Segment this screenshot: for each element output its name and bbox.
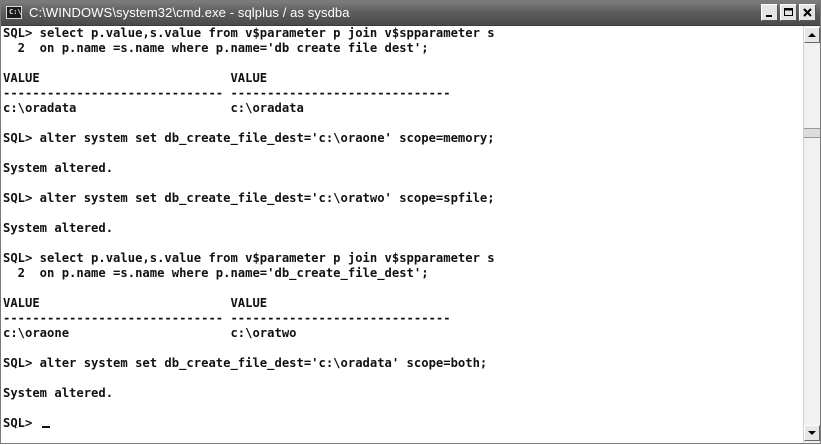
minimize-icon <box>766 15 772 17</box>
vertical-scrollbar[interactable] <box>803 26 820 443</box>
console-line: 2 on p.name =s.name where p.name='db_cre… <box>3 266 429 280</box>
arrow-down-icon <box>808 431 816 435</box>
scroll-down-button[interactable] <box>804 425 820 441</box>
text-cursor <box>41 426 50 428</box>
scrollbar-thumb[interactable] <box>804 128 820 138</box>
console-line: SQL> select p.value,s.value from v$param… <box>3 251 495 265</box>
minimize-button[interactable] <box>761 4 778 21</box>
console-line: ------------------------------ ---------… <box>3 311 451 325</box>
console-line: SQL> alter system set db_create_file_des… <box>3 356 488 370</box>
console-line: System altered. <box>3 386 114 400</box>
console-app-icon[interactable]: C:\ <box>6 6 22 19</box>
arrow-up-icon <box>808 33 816 37</box>
console-line: System altered. <box>3 221 114 235</box>
console-line: ------------------------------ ---------… <box>3 86 451 100</box>
console-line: 2 on p.name =s.name where p.name='db cre… <box>3 41 429 55</box>
console-line: c:\oraone c:\oratwo <box>3 326 297 340</box>
close-icon <box>803 8 812 17</box>
maximize-button[interactable] <box>780 4 797 21</box>
title-bar[interactable]: C:\ C:\WINDOWS\system32\cmd.exe - sqlplu… <box>1 1 820 26</box>
console-line: VALUE VALUE <box>3 71 268 85</box>
console-icon-text: C:\ <box>9 8 22 16</box>
console-line: SQL> alter system set db_create_file_des… <box>3 131 495 145</box>
console-line: SQL> select p.value,s.value from v$param… <box>3 26 495 40</box>
console-line: VALUE VALUE <box>3 296 268 310</box>
close-button[interactable] <box>799 4 816 21</box>
console-line: System altered. <box>3 161 114 175</box>
console-output[interactable]: SQL> select p.value,s.value from v$param… <box>1 26 803 443</box>
scroll-up-button[interactable] <box>804 27 820 43</box>
console-line: SQL> alter system set db_create_file_des… <box>3 191 495 205</box>
window-title: C:\WINDOWS\system32\cmd.exe - sqlplus / … <box>29 5 350 20</box>
console-line: c:\oradata c:\oradata <box>3 101 304 115</box>
maximize-icon <box>784 8 793 16</box>
console-line: SQL> <box>3 416 50 431</box>
cmd-window: C:\ C:\WINDOWS\system32\cmd.exe - sqlplu… <box>0 0 821 444</box>
